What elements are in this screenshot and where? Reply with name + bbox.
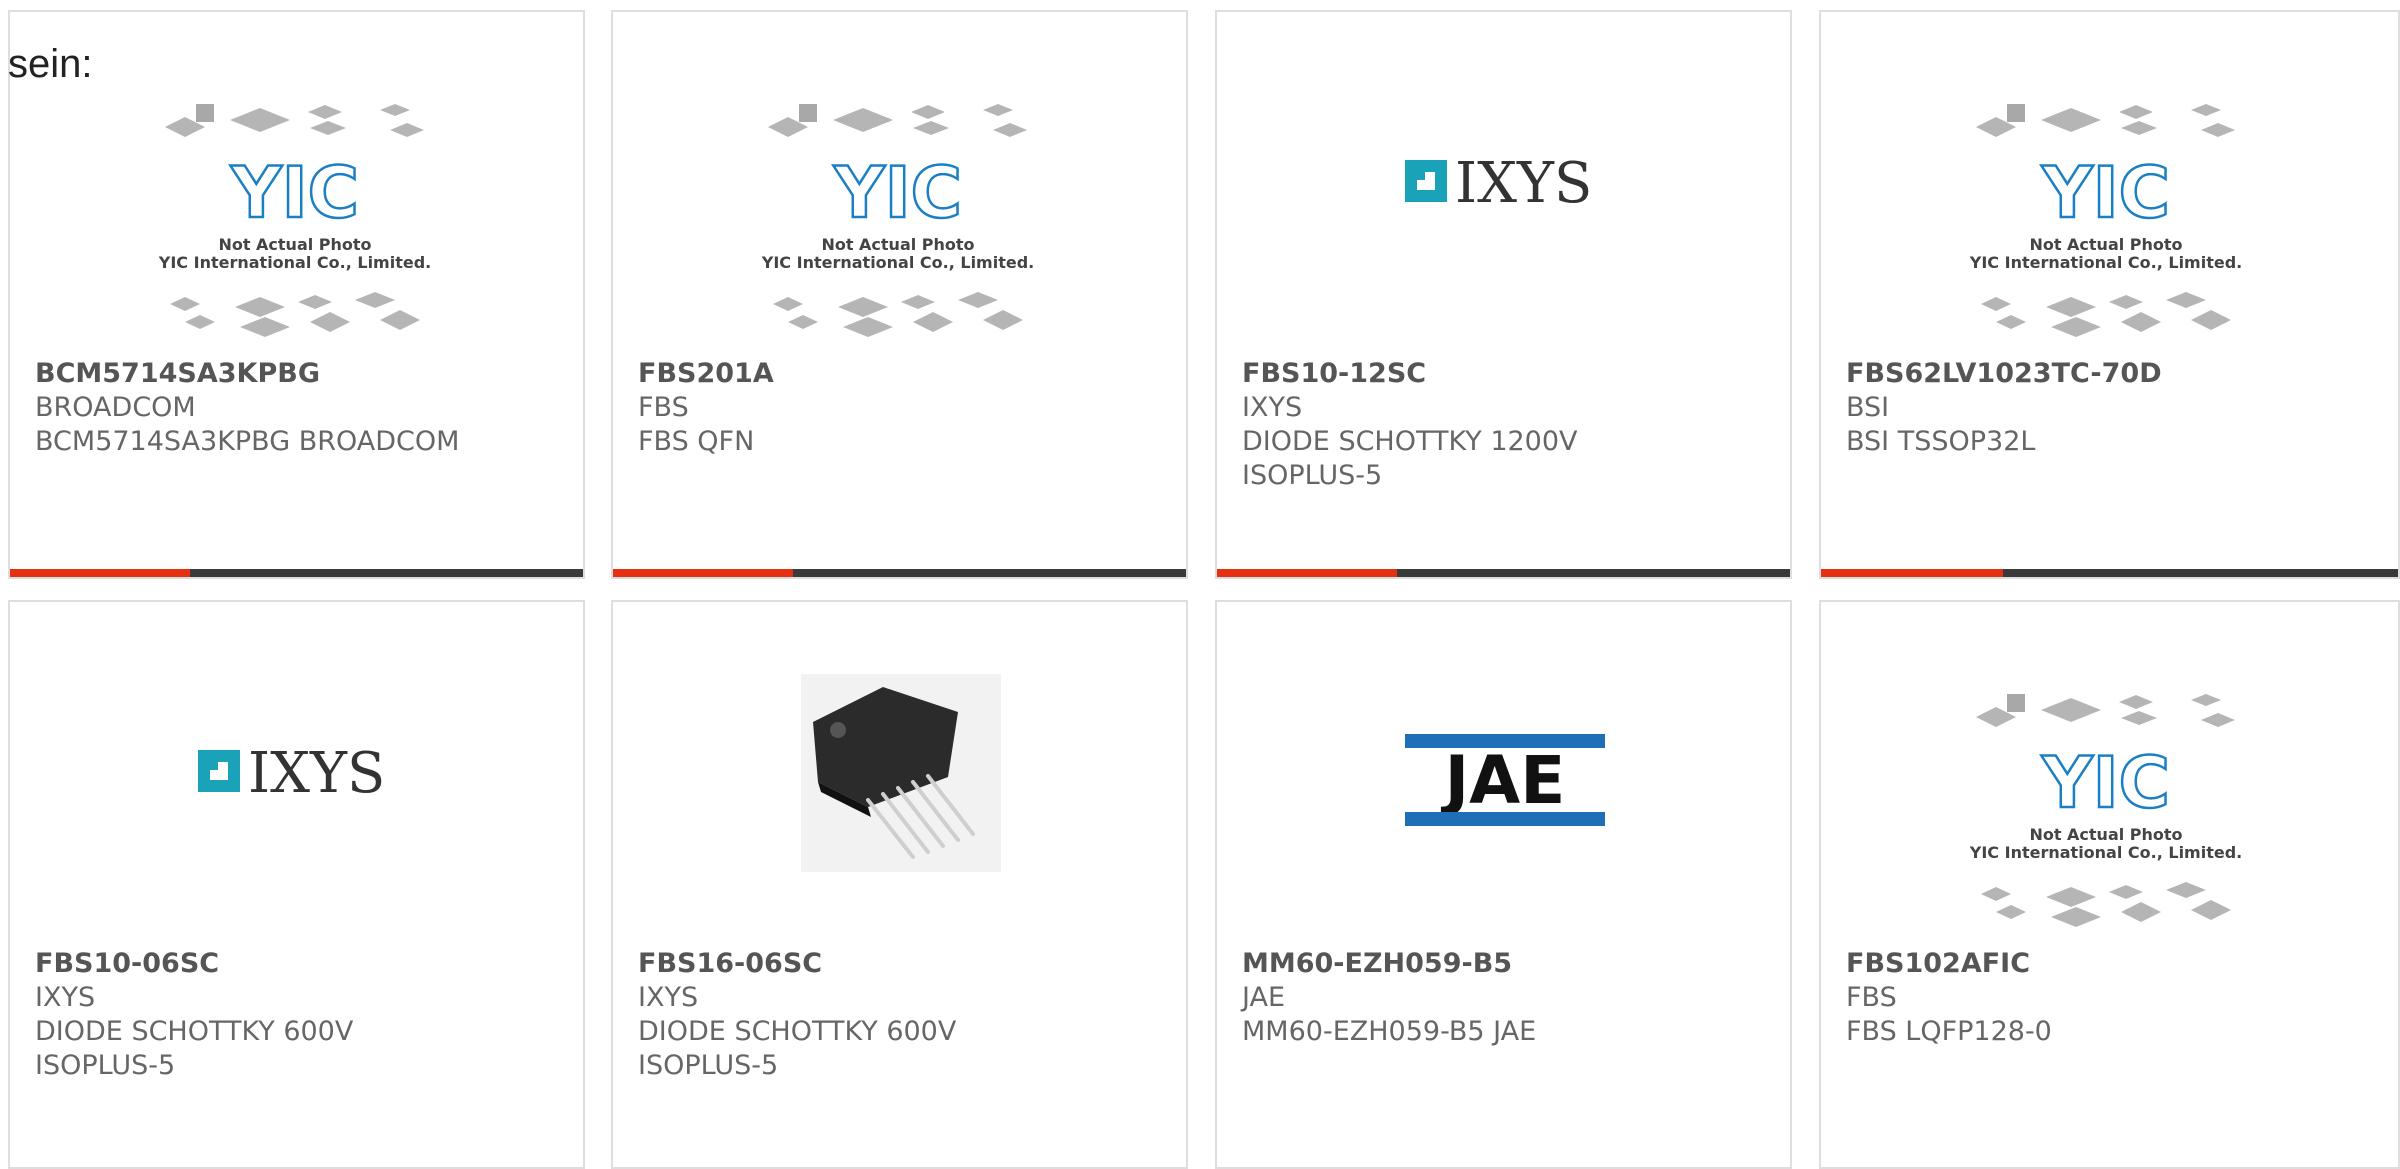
yic-brand-mark: YIC (833, 152, 962, 234)
product-info: FBS16-06SC IXYS DIODE SCHOTTKY 600V ISOP… (638, 947, 1166, 1083)
placeholder-caption-line2: YIC International Co., Limited. (761, 253, 1034, 272)
manufacturer: BSI (1846, 392, 1890, 423)
part-number[interactable]: FBS102AFIC (1846, 947, 2378, 981)
product-info: MM60-EZH059-B5 JAE MM60-EZH059-B5 JAE (1242, 947, 1770, 1049)
component-photo[interactable] (613, 602, 1186, 947)
ixys-wordmark: IXYS (1455, 151, 1592, 216)
placeholder-caption-line1: Not Actual Photo (218, 235, 371, 254)
part-number[interactable]: FBS10-06SC (35, 947, 563, 981)
description-line: FBS QFN (638, 426, 755, 457)
product-info: BCM5714SA3KPBG BROADCOM BCM5714SA3KPBG B… (35, 357, 563, 459)
yic-brand-mark: YIC (2041, 152, 2170, 234)
product-card[interactable]: IXYS FBS10-06SC IXYS DIODE SCHOTTKY 600V… (8, 600, 585, 1169)
product-card[interactable]: YIC Not Actual Photo YIC International C… (611, 10, 1188, 579)
manufacturer: FBS (638, 392, 689, 423)
yic-brand-mark: YIC (230, 152, 359, 234)
manufacturer: IXYS (1242, 392, 1303, 423)
description-line: FBS LQFP128-0 (1846, 1016, 2052, 1047)
manufacturer: BROADCOM (35, 392, 196, 423)
product-info: FBS201A FBS FBS QFN (638, 357, 1166, 459)
description-line: ISOPLUS-5 (35, 1050, 176, 1081)
part-number[interactable]: FBS62LV1023TC-70D (1846, 357, 2378, 391)
yic-brand-mark: YIC (2041, 742, 2170, 824)
product-info: FBS10-12SC IXYS DIODE SCHOTTKY 1200V ISO… (1242, 357, 1770, 493)
description-line: MM60-EZH059-B5 JAE (1242, 1016, 1537, 1047)
product-card[interactable]: YIC Not Actual Photo YIC International C… (1819, 10, 2400, 579)
product-image-placeholder[interactable]: YIC Not Actual Photo YIC International C… (1821, 602, 2398, 947)
product-grid: YIC Not Actual Photo YIC International C… (8, 10, 2400, 1169)
part-number[interactable]: MM60-EZH059-B5 (1242, 947, 1770, 981)
manufacturer-logo-ixys[interactable]: IXYS (1217, 12, 1790, 357)
product-image-placeholder[interactable]: YIC Not Actual Photo YIC International C… (613, 12, 1186, 357)
product-info: FBS102AFIC FBS FBS LQFP128-0 (1846, 947, 2378, 1049)
placeholder-caption-line1: Not Actual Photo (2029, 825, 2182, 844)
description-line: ISOPLUS-5 (1242, 460, 1383, 491)
product-info: FBS10-06SC IXYS DIODE SCHOTTKY 600V ISOP… (35, 947, 563, 1083)
jae-wordmark: JAE (1441, 742, 1566, 819)
manufacturer-logo-jae[interactable]: JAE (1217, 602, 1790, 947)
product-info: FBS62LV1023TC-70D BSI BSI TSSOP32L (1846, 357, 2378, 459)
description-line: DIODE SCHOTTKY 600V (35, 1016, 354, 1047)
intro-text-fragment: sein: (8, 42, 93, 86)
product-card[interactable]: JAE MM60-EZH059-B5 JAE MM60-EZH059-B5 JA… (1215, 600, 1792, 1169)
placeholder-caption-line1: Not Actual Photo (821, 235, 974, 254)
product-card[interactable]: YIC Not Actual Photo YIC International C… (8, 10, 585, 579)
manufacturer: IXYS (638, 982, 699, 1013)
product-card[interactable]: IXYS FBS10-12SC IXYS DIODE SCHOTTKY 1200… (1215, 10, 1792, 579)
placeholder-caption-line2: YIC International Co., Limited. (1969, 843, 2242, 862)
manufacturer: FBS (1846, 982, 1897, 1013)
card-footer-bar (1217, 569, 1790, 577)
manufacturer: IXYS (35, 982, 96, 1013)
card-footer-bar (10, 569, 583, 577)
manufacturer-logo-ixys[interactable]: IXYS (10, 602, 583, 947)
product-image-placeholder[interactable]: YIC Not Actual Photo YIC International C… (10, 12, 583, 357)
part-number[interactable]: FBS10-12SC (1242, 357, 1770, 391)
card-footer-bar (1821, 569, 2398, 577)
description-line: BCM5714SA3KPBG BROADCOM (35, 426, 460, 457)
placeholder-caption-line1: Not Actual Photo (2029, 235, 2182, 254)
product-card[interactable]: YIC Not Actual Photo YIC International C… (1819, 600, 2400, 1169)
part-number[interactable]: FBS16-06SC (638, 947, 1166, 981)
placeholder-caption-line2: YIC International Co., Limited. (158, 253, 431, 272)
description-line: BSI TSSOP32L (1846, 426, 2036, 457)
description-line: DIODE SCHOTTKY 1200V (1242, 426, 1578, 457)
description-line: ISOPLUS-5 (638, 1050, 779, 1081)
manufacturer: JAE (1242, 982, 1286, 1013)
part-number[interactable]: FBS201A (638, 357, 1166, 391)
product-card[interactable]: FBS16-06SC IXYS DIODE SCHOTTKY 600V ISOP… (611, 600, 1188, 1169)
product-image-placeholder[interactable]: YIC Not Actual Photo YIC International C… (1821, 12, 2398, 357)
ixys-wordmark: IXYS (248, 741, 385, 806)
description-line: DIODE SCHOTTKY 600V (638, 1016, 957, 1047)
card-footer-bar (613, 569, 1186, 577)
part-number[interactable]: BCM5714SA3KPBG (35, 357, 563, 391)
placeholder-caption-line2: YIC International Co., Limited. (1969, 253, 2242, 272)
